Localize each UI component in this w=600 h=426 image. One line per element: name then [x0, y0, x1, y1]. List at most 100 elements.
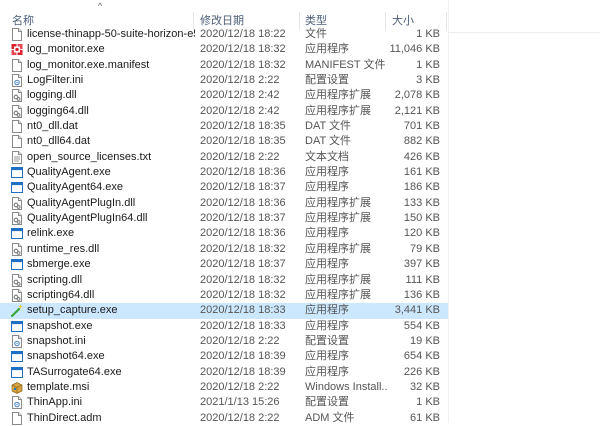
file-name: log_monitor.exe.manifest	[27, 58, 150, 71]
file-name: template.msi	[27, 380, 90, 393]
file-modified-date: 2020/12/18 2:22	[200, 74, 280, 87]
file-row[interactable]: relink.exe 2020/12/18 18:36 应用程序 120 KB	[0, 226, 448, 241]
file-row[interactable]: runtime_res.dll 2020/12/18 18:32 应用程序扩展 79 …	[0, 242, 448, 257]
file-row[interactable]: snapshot64.exe 2020/12/18 18:39 应用程序 654 KB	[0, 349, 448, 364]
file-modified-date: 2020/12/18 2:22	[200, 380, 280, 393]
file-modified-date: 2020/12/18 2:22	[200, 411, 280, 424]
file-name: runtime_res.dll	[27, 242, 100, 255]
ini-file-icon	[11, 396, 23, 410]
file-size: 3,441 KB	[394, 304, 440, 317]
file-row[interactable]: nt0_dll64.dat 2020/12/18 18:35 DAT 文件 882 K…	[0, 134, 448, 149]
exe-window-icon	[11, 350, 23, 363]
file-modified-date: 2020/12/18 18:32	[200, 58, 286, 71]
file-modified-date: 2020/12/18 18:37	[200, 181, 286, 194]
file-modified-date: 2021/1/13 15:26	[200, 396, 280, 409]
file-row[interactable]: nt0_dll.dat 2020/12/18 18:35 DAT 文件 701 KB	[0, 119, 448, 134]
file-name: snapshot64.exe	[27, 350, 105, 363]
file-name: setup_capture.exe	[27, 304, 118, 317]
ini-file-icon	[11, 334, 23, 348]
msi-package-icon	[11, 381, 23, 394]
file-row[interactable]: logging64.dll 2020/12/18 2:42 应用程序扩展 2,121 …	[0, 104, 448, 119]
file-modified-date: 2020/12/18 18:32	[200, 288, 286, 301]
file-modified-date: 2020/12/18 18:22	[200, 28, 286, 40]
file-modified-date: 2020/12/18 18:37	[200, 258, 286, 271]
file-size: 554 KB	[403, 319, 440, 332]
file-row[interactable]: scripting.dll 2020/12/18 18:32 应用程序扩展 111 K…	[0, 273, 448, 288]
file-row[interactable]: log_monitor.exe 2020/12/18 18:32 应用程序 11,04…	[0, 42, 448, 57]
file-row[interactable]: QualityAgentPlugIn64.dll 2020/12/18 18:37…	[0, 211, 448, 226]
file-name: sbmerge.exe	[27, 258, 91, 271]
file-name: scripting64.dll	[27, 288, 95, 301]
file-modified-date: 2020/12/18 18:39	[200, 350, 286, 363]
file-name: logging.dll	[27, 89, 77, 102]
file-row[interactable]: log_monitor.exe.manifest 2020/12/18 18:32…	[0, 58, 448, 73]
file-row[interactable]: QualityAgent64.exe 2020/12/18 18:37 应用程序 18…	[0, 180, 448, 195]
file-row[interactable]: sbmerge.exe 2020/12/18 18:37 应用程序 397 KB	[0, 257, 448, 272]
file-row[interactable]: ThinDirect.adm 2020/12/18 2:22 ADM 文件 61 KB	[0, 411, 448, 426]
file-row[interactable]: scripting64.dll 2020/12/18 18:32 应用程序扩展 136…	[0, 288, 448, 303]
dll-file-icon	[11, 89, 23, 103]
blank-file-icon	[11, 120, 23, 134]
file-name: relink.exe	[27, 227, 75, 240]
file-modified-date: 2020/12/18 18:35	[200, 120, 286, 133]
file-size: 701 KB	[403, 120, 440, 133]
file-size: 120 KB	[403, 227, 440, 240]
empty-pane	[448, 0, 600, 423]
file-modified-date: 2020/12/18 2:42	[200, 89, 280, 102]
file-row[interactable]: logging.dll 2020/12/18 2:42 应用程序扩展 2,078 KB	[0, 88, 448, 103]
exe-window-icon	[11, 258, 23, 271]
file-size: 186 KB	[403, 181, 440, 194]
file-row[interactable]: QualityAgentPlugIn.dll 2020/12/18 18:36 应用…	[0, 196, 448, 211]
dll-file-icon	[11, 288, 23, 302]
file-size: 133 KB	[403, 196, 440, 209]
dll-file-icon	[11, 242, 23, 256]
blank-file-icon	[11, 58, 23, 72]
file-name: scripting.dll	[27, 273, 83, 286]
file-size: 426 KB	[403, 150, 440, 163]
file-name: TASurrogate64.exe	[27, 365, 122, 378]
file-modified-date: 2020/12/18 18:32	[200, 242, 286, 255]
text-file-icon	[11, 150, 23, 164]
file-row[interactable]: open_source_licenses.txt 2020/12/18 2:22 文…	[0, 150, 448, 165]
file-modified-date: 2020/12/18 18:36	[200, 227, 286, 240]
file-size: 1 KB	[416, 58, 440, 71]
file-size: 2,078 KB	[394, 89, 440, 102]
file-name: QualityAgent.exe	[27, 166, 111, 179]
file-name: LogFilter.ini	[27, 74, 84, 87]
ini-file-icon	[11, 74, 23, 88]
file-modified-date: 2020/12/18 18:37	[200, 212, 286, 225]
file-size: 882 KB	[403, 135, 440, 148]
file-row[interactable]: snapshot.ini 2020/12/18 2:22 配置设置 19 KB	[0, 334, 448, 349]
file-modified-date: 2020/12/18 18:35	[200, 135, 286, 148]
file-modified-date: 2020/12/18 18:36	[200, 166, 286, 179]
file-modified-date: 2020/12/18 18:32	[200, 43, 286, 56]
file-row[interactable]: setup_capture.exe 2020/12/18 18:33 应用程序 3,4…	[0, 303, 448, 319]
file-row[interactable]: QualityAgent.exe 2020/12/18 18:36 应用程序 161 …	[0, 165, 448, 180]
file-row[interactable]: license-thinapp-50-suite-horizon-e5-... 2…	[0, 27, 448, 42]
file-row[interactable]: snapshot.exe 2020/12/18 18:33 应用程序 554 KB	[0, 319, 448, 334]
file-row[interactable]: ThinApp.ini 2021/1/13 15:26 配置设置 1 KB	[0, 395, 448, 410]
file-row[interactable]: LogFilter.ini 2020/12/18 2:22 配置设置 3 KB	[0, 73, 448, 88]
exe-window-icon	[11, 227, 23, 240]
file-name: nt0_dll64.dat	[27, 135, 90, 148]
sort-ascending-icon: ^	[98, 1, 103, 11]
file-name: snapshot.exe	[27, 319, 93, 332]
file-row[interactable]: template.msi 2020/12/18 2:22 Windows Insta…	[0, 380, 448, 395]
file-modified-date: 2020/12/18 2:22	[200, 334, 280, 347]
file-modified-date: 2020/12/18 18:32	[200, 273, 286, 286]
red-app-icon	[11, 43, 23, 56]
dll-file-icon	[11, 273, 23, 287]
file-size: 654 KB	[403, 350, 440, 363]
file-name: QualityAgentPlugIn64.dll	[27, 212, 148, 225]
file-row[interactable]: TASurrogate64.exe 2020/12/18 18:39 应用程序 226…	[0, 365, 448, 380]
file-size: 1 KB	[416, 396, 440, 409]
file-size: 79 KB	[410, 242, 440, 255]
exe-window-icon	[11, 320, 23, 333]
dll-file-icon	[11, 196, 23, 210]
exe-window-icon	[11, 366, 23, 379]
file-name: open_source_licenses.txt	[27, 150, 152, 163]
file-size: 19 KB	[410, 334, 440, 347]
file-modified-date: 2020/12/18 18:39	[200, 365, 286, 378]
exe-window-icon	[11, 181, 23, 194]
file-size: 1 KB	[416, 28, 440, 40]
